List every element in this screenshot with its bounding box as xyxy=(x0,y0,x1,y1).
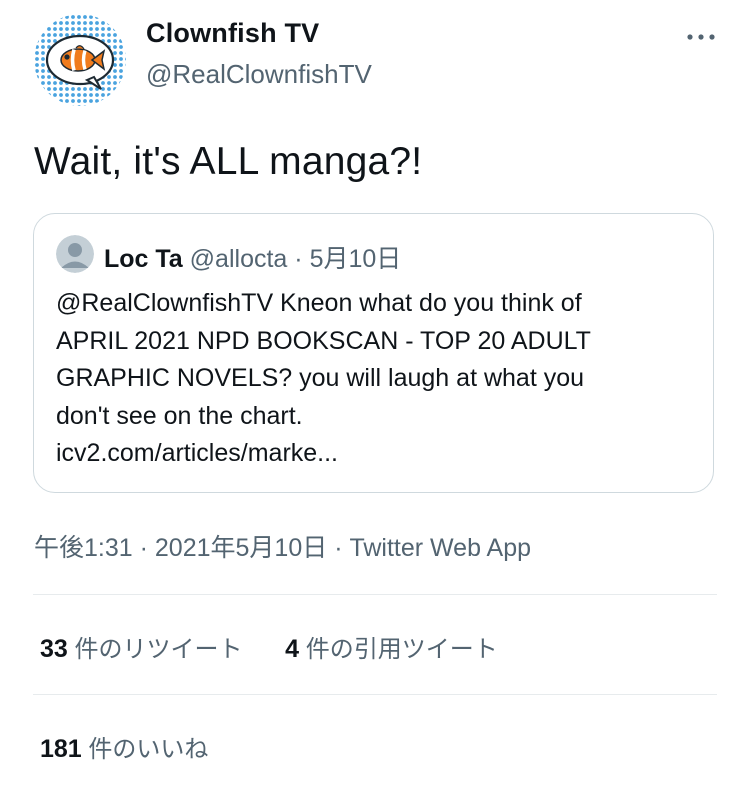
tweet-text: Wait, it's ALL manga?! xyxy=(34,140,423,183)
quoted-text-line: @RealClownfishTV Kneon what do you think… xyxy=(56,289,582,317)
quoted-tweet-card[interactable]: Loc Ta @allocta · 5月10日 @RealClownfishTV… xyxy=(33,213,714,493)
quoted-author-handle[interactable]: @allocta xyxy=(190,245,288,273)
more-dots-icon xyxy=(687,34,715,40)
likes-count: 181 xyxy=(40,735,82,763)
retweets-label: 件のリツイート xyxy=(74,636,243,663)
engagement-stats-row: 33 件のリツイート 4 件の引用ツイート xyxy=(40,629,498,664)
tweet-source[interactable]: Twitter Web App xyxy=(349,534,531,562)
quoted-author-name[interactable]: Loc Ta xyxy=(104,245,183,273)
divider xyxy=(33,594,717,595)
author-handle[interactable]: @RealClownfishTV xyxy=(146,59,372,90)
quoted-text-line: APRIL 2021 NPD BOOKSCAN - TOP 20 ADULT xyxy=(56,326,591,355)
likes-label: 件のいいね xyxy=(88,736,209,763)
quoted-tweet-header: Loc Ta @allocta · 5月10日 xyxy=(104,239,401,275)
quoted-text-line: GRAPHIC NOVELS? you will laugh at what y… xyxy=(56,364,585,392)
retweets-count: 33 xyxy=(40,635,68,663)
meta-separator: · xyxy=(334,534,343,562)
clownfish-logo-icon xyxy=(34,14,126,106)
quote-tweets-stat[interactable]: 4 件の引用ツイート xyxy=(285,629,498,664)
more-options-button[interactable] xyxy=(684,26,720,48)
header-separator: · xyxy=(294,245,303,273)
quoted-link[interactable]: icv2.com/articles/marke... xyxy=(56,435,696,473)
quoted-author-avatar[interactable] xyxy=(56,235,94,273)
default-avatar-icon xyxy=(56,235,94,273)
tweet-date[interactable]: 2021年5月10日 xyxy=(155,534,327,562)
quoted-text-line: don't see on the chart. xyxy=(56,401,303,430)
quote-tweets-label: 件の引用ツイート xyxy=(305,636,498,663)
author-display-name[interactable]: Clownfish TV xyxy=(146,18,319,49)
likes-stat[interactable]: 181 件のいいね xyxy=(40,729,208,764)
meta-separator: · xyxy=(139,534,148,562)
author-avatar[interactable] xyxy=(34,14,126,106)
retweets-stat[interactable]: 33 件のリツイート xyxy=(40,629,242,664)
quote-tweets-count: 4 xyxy=(285,635,300,663)
likes-stats-row: 181 件のいいね xyxy=(40,729,208,764)
tweet-meta: 午後1:31 · 2021年5月10日 · Twitter Web App xyxy=(34,528,531,564)
tweet-time[interactable]: 午後1:31 xyxy=(34,534,133,562)
divider xyxy=(33,694,717,695)
quoted-tweet-date[interactable]: 5月10日 xyxy=(310,245,402,273)
quoted-tweet-text: @RealClownfishTV Kneon what do you think… xyxy=(56,285,696,473)
